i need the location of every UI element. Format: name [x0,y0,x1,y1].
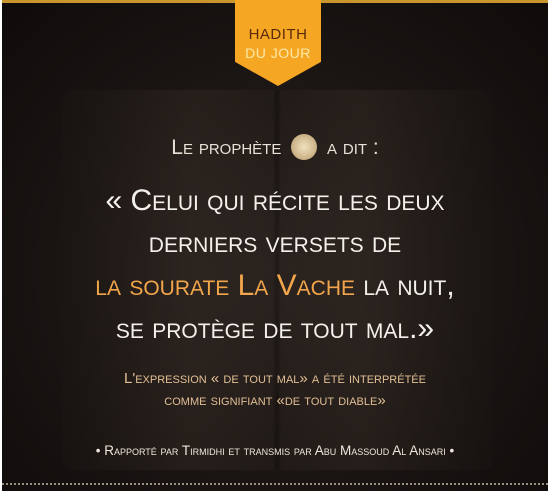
quote-line-3-rest: la nuit, [355,269,455,302]
quote-line-3: la sourate La Vache la nuit, [2,269,548,303]
hadith-card: HADITH DU JOUR Le prophète a dit : « Cel… [2,0,548,491]
dotted-divider [2,483,548,485]
intro-line: Le prophète a dit : [2,134,548,160]
quote-line-1: « Celui qui récite les deux [105,184,445,217]
quote-highlight: la sourate La Vache [95,269,355,302]
quote-line-4: se protège de tout mal.» [115,312,435,345]
expression-line-2: comme signifiant «de tout diable» [164,392,386,409]
quote-line-2: derniers versets de [148,226,402,259]
seal-icon [291,134,318,160]
intro-before: Le prophète [171,136,282,159]
hadith-du-jour-badge: HADITH DU JOUR [235,0,321,86]
source-footer: • Rapporté par Tirmidhi et transmis par … [95,443,455,458]
badge-subtitle: DU JOUR [245,45,311,61]
intro-after: a dit : [327,136,379,159]
badge-title: HADITH [248,26,308,43]
expression-line-1: L'expression « de tout mal» a été interp… [124,370,426,387]
